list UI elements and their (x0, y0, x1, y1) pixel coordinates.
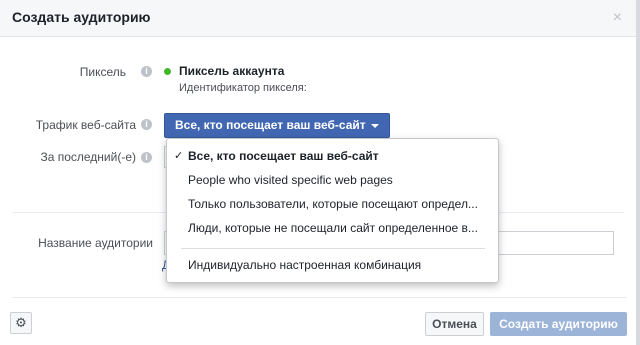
traffic-dropdown-menu: ✓ Все, кто посещает ваш веб-сайт People … (166, 138, 499, 283)
menu-item-label: People who visited specific web pages (188, 173, 393, 187)
pixel-name: Пиксель аккаунта (179, 64, 285, 78)
traffic-select-value: Все, кто посещает ваш веб-сайт (175, 118, 366, 132)
settings-button[interactable]: ⚙ (10, 312, 32, 334)
menu-item-label: Только пользователи, которые посещают оп… (188, 197, 478, 211)
menu-item-label: Индивидуально настроенная комбинация (188, 258, 422, 272)
check-icon: ✓ (174, 150, 184, 162)
audience-name-label: Название аудитории (38, 236, 153, 250)
cancel-button[interactable]: Отмена (425, 312, 484, 336)
traffic-label: Трафик веб-сайта (35, 118, 136, 132)
menu-item-all-visitors[interactable]: ✓ Все, кто посещает ваш веб-сайт (167, 144, 498, 168)
create-audience-button[interactable]: Создать аудиторию (490, 312, 627, 336)
create-audience-dialog: Создать аудиторию × Пиксель i Пиксель ак… (0, 0, 636, 345)
menu-item-label: Люди, которые не посещали сайт определен… (188, 221, 478, 235)
menu-separator (181, 248, 485, 249)
info-icon[interactable]: i (141, 152, 152, 163)
pixel-label: Пиксель (79, 65, 126, 79)
menu-item-label: Все, кто посещает ваш веб-сайт (188, 149, 379, 163)
info-icon[interactable]: i (141, 66, 152, 77)
traffic-select-button[interactable]: Все, кто посещает ваш веб-сайт (164, 113, 390, 138)
caret-down-icon (371, 124, 379, 128)
divider (12, 297, 627, 298)
menu-item-not-visited[interactable]: Люди, которые не посещали сайт определен… (167, 216, 498, 240)
pixel-status-dot (164, 68, 171, 75)
menu-item-certain-visitors[interactable]: Только пользователи, которые посещают оп… (167, 192, 498, 216)
menu-item-specific-pages[interactable]: People who visited specific web pages (167, 168, 498, 192)
close-icon[interactable]: × (613, 8, 622, 28)
period-label: За последний(-е) (40, 150, 136, 164)
gear-icon: ⚙ (15, 315, 27, 330)
dialog-title: Создать аудиторию (12, 9, 151, 25)
dialog-header: Создать аудиторию × (0, 0, 636, 37)
info-icon[interactable]: i (141, 119, 152, 130)
backdrop (636, 0, 640, 345)
menu-item-custom-combination[interactable]: Индивидуально настроенная комбинация (167, 253, 498, 277)
pixel-id-caption: Идентификатор пикселя: (179, 82, 307, 94)
